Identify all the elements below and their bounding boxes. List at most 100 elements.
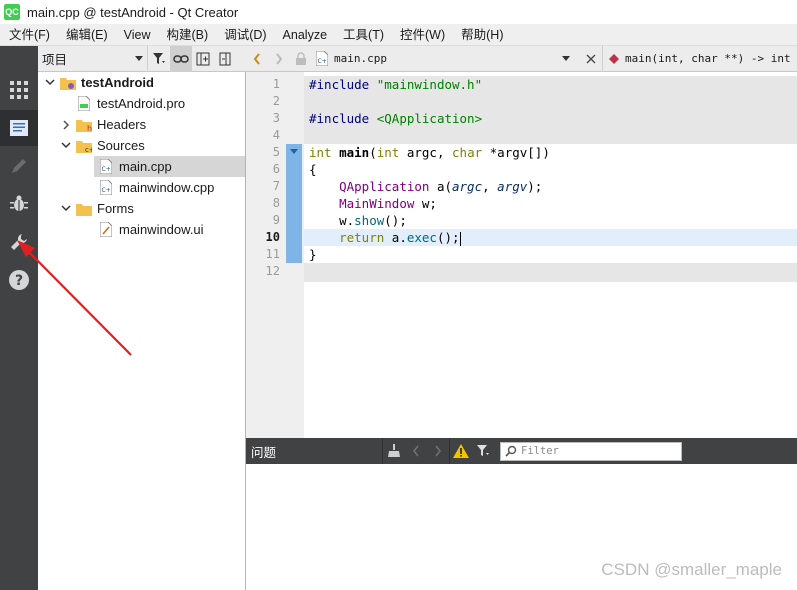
menu-file[interactable]: 文件(F)	[0, 24, 58, 46]
menu-build[interactable]: 构建(B)	[159, 24, 217, 46]
split-button[interactable]	[192, 46, 214, 72]
line-number-current: 10	[265, 230, 280, 244]
code-line-1: #include "mainwindow.h"	[304, 76, 797, 110]
file-lock-indicator	[290, 46, 312, 72]
svg-text:C+: C+	[102, 166, 111, 173]
code-line-12	[304, 263, 797, 282]
tree-item-label: testAndroid.pro	[97, 96, 186, 111]
go-back-button[interactable]	[246, 46, 268, 72]
go-forward-button[interactable]	[268, 46, 290, 72]
filter-icon	[153, 52, 165, 64]
menu-help[interactable]: 帮助(H)	[453, 24, 511, 46]
help-mode-button[interactable]: ?	[0, 262, 38, 298]
tree-item-sources[interactable]: c+ Sources	[38, 135, 245, 156]
project-view-combo[interactable]: 项目	[38, 45, 148, 72]
close-pane-icon	[219, 52, 231, 65]
chevron-right-icon	[276, 52, 283, 65]
svg-text:c+: c+	[85, 146, 92, 153]
svg-text:?: ?	[15, 273, 23, 289]
projects-mode-button[interactable]	[0, 224, 38, 260]
code-line-7: QApplication a(argc, argv);	[339, 179, 543, 194]
chevron-right-icon	[435, 445, 442, 457]
line-number: 5	[272, 145, 280, 159]
tree-item-main-cpp[interactable]: C+ main.cpp	[94, 156, 245, 177]
tree-item-headers[interactable]: h Headers	[38, 114, 245, 135]
project-pane-toolbar: 项目	[38, 45, 246, 72]
line-number: 3	[272, 111, 280, 125]
sync-editor-button[interactable]	[170, 45, 192, 72]
close-document-button[interactable]	[580, 46, 602, 72]
code-folding-marker[interactable]	[286, 144, 302, 263]
current-file-name: main.cpp	[334, 52, 387, 65]
broom-icon	[388, 444, 400, 457]
split-add-icon	[196, 52, 210, 65]
line-number: 2	[272, 94, 280, 108]
chevron-right-icon[interactable]	[60, 119, 72, 131]
issues-title: 问题	[251, 445, 277, 460]
clean-issues-button[interactable]	[383, 438, 405, 464]
welcome-mode-button[interactable]	[0, 72, 38, 108]
headers-folder-icon: h	[76, 117, 92, 133]
issues-toolbar: 问题 Filter	[246, 438, 797, 464]
close-pane-button[interactable]	[214, 46, 236, 72]
code-line-9: w.show();	[309, 213, 407, 228]
ui-file-icon	[98, 222, 114, 238]
menu-edit[interactable]: 编辑(E)	[58, 24, 116, 46]
line-number: 4	[272, 128, 280, 142]
tree-item-mainwindow-ui[interactable]: mainwindow.ui	[38, 219, 245, 240]
window-title: main.cpp @ testAndroid - Qt Creator	[27, 4, 239, 20]
warnings-toggle-button[interactable]	[450, 438, 472, 464]
line-number: 8	[272, 196, 280, 210]
menu-analyze[interactable]: Analyze	[275, 24, 335, 46]
code-line-3: #include <QApplication>	[304, 110, 797, 144]
project-pane: 项目 testAndroid testAndroid.pro h Headers…	[38, 45, 246, 590]
code-line-5: int main(int argc, char *argv[])	[309, 145, 550, 160]
edit-mode-button[interactable]	[0, 110, 38, 146]
fold-collapse-icon[interactable]	[286, 147, 302, 159]
include-path: "mainwindow.h"	[376, 77, 483, 92]
chevron-down-icon[interactable]	[60, 140, 72, 152]
filter-input[interactable]: Filter	[500, 441, 682, 461]
pro-file-icon	[76, 96, 92, 112]
symbol-combo[interactable]: main(int, char **) -> int	[602, 45, 791, 72]
chevron-down-icon	[562, 55, 570, 61]
close-icon	[586, 54, 596, 63]
text-cursor	[459, 231, 461, 246]
previous-issue-button[interactable]	[405, 438, 427, 464]
code-line-11: }	[309, 247, 317, 262]
next-issue-button[interactable]	[427, 438, 449, 464]
design-mode-button[interactable]	[0, 148, 38, 184]
title-bar: QC main.cpp @ testAndroid - Qt Creator	[0, 0, 797, 24]
current-symbol: main(int, char **) -> int	[625, 52, 791, 65]
function-symbol-icon	[609, 53, 619, 64]
forms-folder-icon	[76, 201, 92, 217]
menu-controls[interactable]: 控件(W)	[392, 24, 453, 46]
filter-tree-button[interactable]	[148, 46, 170, 72]
debug-mode-button[interactable]	[0, 186, 38, 222]
tree-item-forms[interactable]: Forms	[38, 198, 245, 219]
open-documents-combo[interactable]: C+ main.cpp	[312, 46, 580, 72]
chevron-down-icon[interactable]	[60, 203, 72, 215]
line-number: 12	[265, 264, 280, 278]
tree-item-mainwindow-cpp[interactable]: C+ mainwindow.cpp	[38, 177, 245, 198]
design-pencil-icon	[12, 159, 26, 173]
filter-icon	[477, 445, 489, 456]
cpp-file-icon: C+	[98, 159, 114, 175]
tree-item-pro-file[interactable]: testAndroid.pro	[38, 93, 245, 114]
menu-tools[interactable]: 工具(T)	[335, 24, 392, 46]
line-number: 11	[265, 247, 280, 261]
cpp-file-icon: C+	[98, 180, 114, 196]
line-number-gutter: 1 2 3 4 5 6 7 8 9 10 11 12	[246, 72, 304, 438]
mode-selector-bar: ?	[0, 46, 38, 590]
welcome-grid-icon	[10, 81, 28, 99]
tree-item-label: Headers	[97, 117, 147, 132]
menu-debug[interactable]: 调试(D)	[216, 24, 274, 46]
tree-item-label: main.cpp	[119, 159, 172, 174]
menu-view[interactable]: View	[116, 24, 159, 46]
filter-issues-button[interactable]	[472, 438, 494, 464]
chevron-down-icon[interactable]	[44, 77, 56, 89]
tree-item-project[interactable]: testAndroid	[38, 72, 245, 93]
svg-text:C+: C+	[102, 187, 111, 194]
chevron-left-icon	[253, 52, 260, 65]
code-area[interactable]: #include "mainwindow.h" #include <QAppli…	[304, 72, 797, 438]
